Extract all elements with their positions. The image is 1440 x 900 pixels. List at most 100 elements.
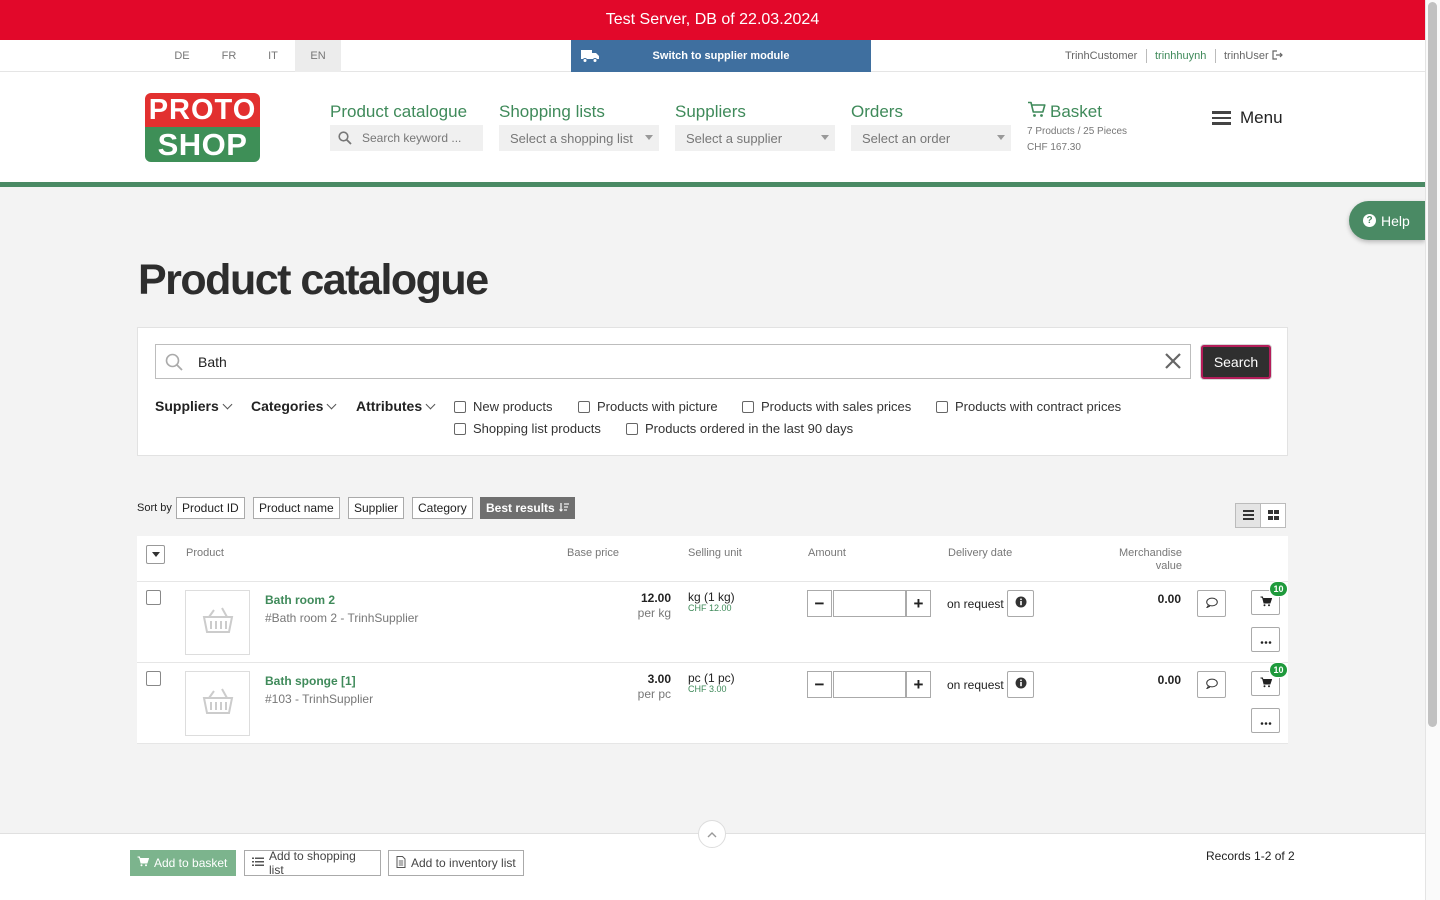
checkbox-box[interactable] [626, 422, 638, 435]
caret-down-icon [997, 135, 1005, 140]
products-with-sales-prices-checkbox[interactable]: Products with sales prices [742, 399, 911, 414]
search-icon [338, 131, 352, 148]
user-customer-link[interactable]: TrinhCustomer [1065, 40, 1137, 72]
checkbox-label: Products with contract prices [955, 399, 1122, 414]
search-icon [165, 353, 183, 376]
header-merchandise-value: value [1155, 560, 1182, 572]
suppliers-filter-label: Suppliers [155, 398, 219, 414]
lang-it[interactable]: IT [250, 40, 296, 72]
sort-by-label: Sort by [137, 502, 172, 514]
delivery-info-button[interactable] [1007, 590, 1034, 617]
product-name-link[interactable]: Bath sponge [1] [265, 674, 356, 688]
scrollbar-thumb[interactable] [1428, 2, 1437, 727]
amount-input[interactable] [833, 671, 906, 698]
add-to-basket-button[interactable]: Add to basket [130, 850, 236, 876]
merchandise-value: 0.00 [1157, 592, 1181, 606]
comment-button[interactable] [1197, 590, 1226, 617]
cart-quantity-badge: 10 [1269, 581, 1288, 597]
list-view-icon [1242, 507, 1254, 525]
add-to-inventory-list-button[interactable]: Add to inventory list [388, 850, 524, 876]
shopping-list-products-checkbox[interactable]: Shopping list products [454, 421, 601, 436]
selling-unit: pc (1 pc) [688, 671, 735, 685]
checkbox-box[interactable] [578, 400, 590, 413]
products-with-picture-checkbox[interactable]: Products with picture [578, 399, 718, 414]
grid-view-icon [1267, 507, 1279, 525]
sort-best-results-button[interactable]: Best results [480, 497, 575, 519]
ellipsis-icon [1260, 712, 1272, 730]
help-label: Help [1381, 212, 1410, 229]
page-title: Product catalogue [138, 256, 489, 304]
increase-amount-button[interactable]: + [906, 671, 931, 698]
checkbox-label: Products with picture [597, 399, 718, 414]
basket-placeholder-icon [200, 683, 236, 724]
add-to-shopping-list-button[interactable]: Add to shopping list [244, 849, 381, 877]
grid-view-toggle[interactable] [1260, 503, 1286, 528]
checkbox-box[interactable] [936, 400, 948, 413]
comment-icon [1205, 676, 1218, 694]
selling-unit-price: CHF 3.00 [688, 684, 727, 694]
products-with-contract-prices-checkbox[interactable]: Products with contract prices [936, 399, 1121, 414]
clear-search-icon[interactable] [1164, 352, 1182, 375]
checkbox-box[interactable] [454, 400, 466, 413]
nav-shopping-lists[interactable]: Shopping lists [499, 102, 605, 122]
row-checkbox[interactable] [146, 590, 161, 605]
checkbox-box[interactable] [742, 400, 754, 413]
utility-bar: DE FR IT EN Switch to supplier module Tr… [0, 40, 1425, 72]
search-button[interactable]: Search [1201, 345, 1271, 379]
supplier-placeholder: Select a supplier [686, 130, 783, 146]
amount-input[interactable] [833, 590, 906, 617]
product-name-link[interactable]: Bath room 2 [265, 593, 335, 607]
ordered-last-90-days-checkbox[interactable]: Products ordered in the last 90 days [626, 421, 853, 436]
help-button[interactable]: ? Help [1349, 201, 1425, 240]
select-all-dropdown[interactable] [146, 545, 165, 564]
supplier-select[interactable]: Select a supplier [675, 125, 835, 151]
menu-button[interactable]: Menu [1212, 108, 1283, 128]
sort-product-id-button[interactable]: Product ID [176, 497, 245, 519]
suppliers-filter-dropdown[interactable]: Suppliers [155, 398, 233, 414]
collapse-bar-button[interactable] [698, 820, 726, 848]
caret-down-icon [821, 135, 829, 140]
user-account-link[interactable]: trinhhuynh [1155, 40, 1206, 72]
nav-basket[interactable]: Basket [1027, 101, 1102, 123]
order-select[interactable]: Select an order [851, 125, 1011, 151]
nav-product-catalogue[interactable]: Product catalogue [330, 102, 467, 122]
sort-supplier-button[interactable]: Supplier [348, 497, 405, 519]
search-input[interactable]: Bath [155, 344, 1191, 379]
nav-suppliers[interactable]: Suppliers [675, 102, 746, 122]
product-table: Product Base price Selling unit Amount D… [137, 536, 1288, 744]
lang-fr[interactable]: FR [206, 40, 252, 72]
chevron-up-icon [707, 825, 717, 843]
list-view-toggle[interactable] [1235, 503, 1261, 528]
sort-category-button[interactable]: Category [412, 497, 473, 519]
protoshop-logo[interactable]: PROTO SHOP [145, 93, 260, 162]
checkbox-box[interactable] [454, 422, 466, 435]
nav-orders[interactable]: Orders [851, 102, 903, 122]
basket-summary: 7 Products / 25 Pieces [1027, 126, 1128, 137]
keyword-search-field[interactable]: Search keyword ... [330, 125, 483, 151]
switch-supplier-module-button[interactable]: Switch to supplier module [571, 40, 871, 72]
row-checkbox[interactable] [146, 671, 161, 686]
checkbox-label: Products with sales prices [761, 399, 912, 414]
shopping-list-select[interactable]: Select a shopping list [499, 125, 659, 151]
comment-button[interactable] [1197, 671, 1226, 698]
sort-product-name-button[interactable]: Product name [253, 497, 340, 519]
product-id-supplier: #103 - TrinhSupplier [265, 692, 374, 706]
lang-en[interactable]: EN [295, 40, 341, 72]
new-products-checkbox[interactable]: New products [454, 399, 552, 414]
decrease-amount-button[interactable]: − [807, 671, 832, 698]
product-placeholder-image [185, 671, 250, 736]
more-options-button[interactable] [1251, 627, 1280, 652]
more-options-button[interactable] [1251, 708, 1280, 733]
increase-amount-button[interactable]: + [906, 590, 931, 617]
attributes-filter-dropdown[interactable]: Attributes [356, 398, 436, 414]
lang-de[interactable]: DE [159, 40, 205, 72]
categories-filter-dropdown[interactable]: Categories [251, 398, 337, 414]
decrease-amount-button[interactable]: − [807, 590, 832, 617]
logout-link[interactable]: trinhUser [1224, 40, 1283, 72]
question-icon: ? [1363, 214, 1376, 227]
header-base-price: Base price [567, 547, 619, 559]
delivery-info-button[interactable] [1007, 671, 1034, 698]
logo-line-1: PROTO [145, 93, 260, 127]
base-price-unit: per pc [637, 687, 671, 701]
menu-label: Menu [1240, 108, 1283, 127]
